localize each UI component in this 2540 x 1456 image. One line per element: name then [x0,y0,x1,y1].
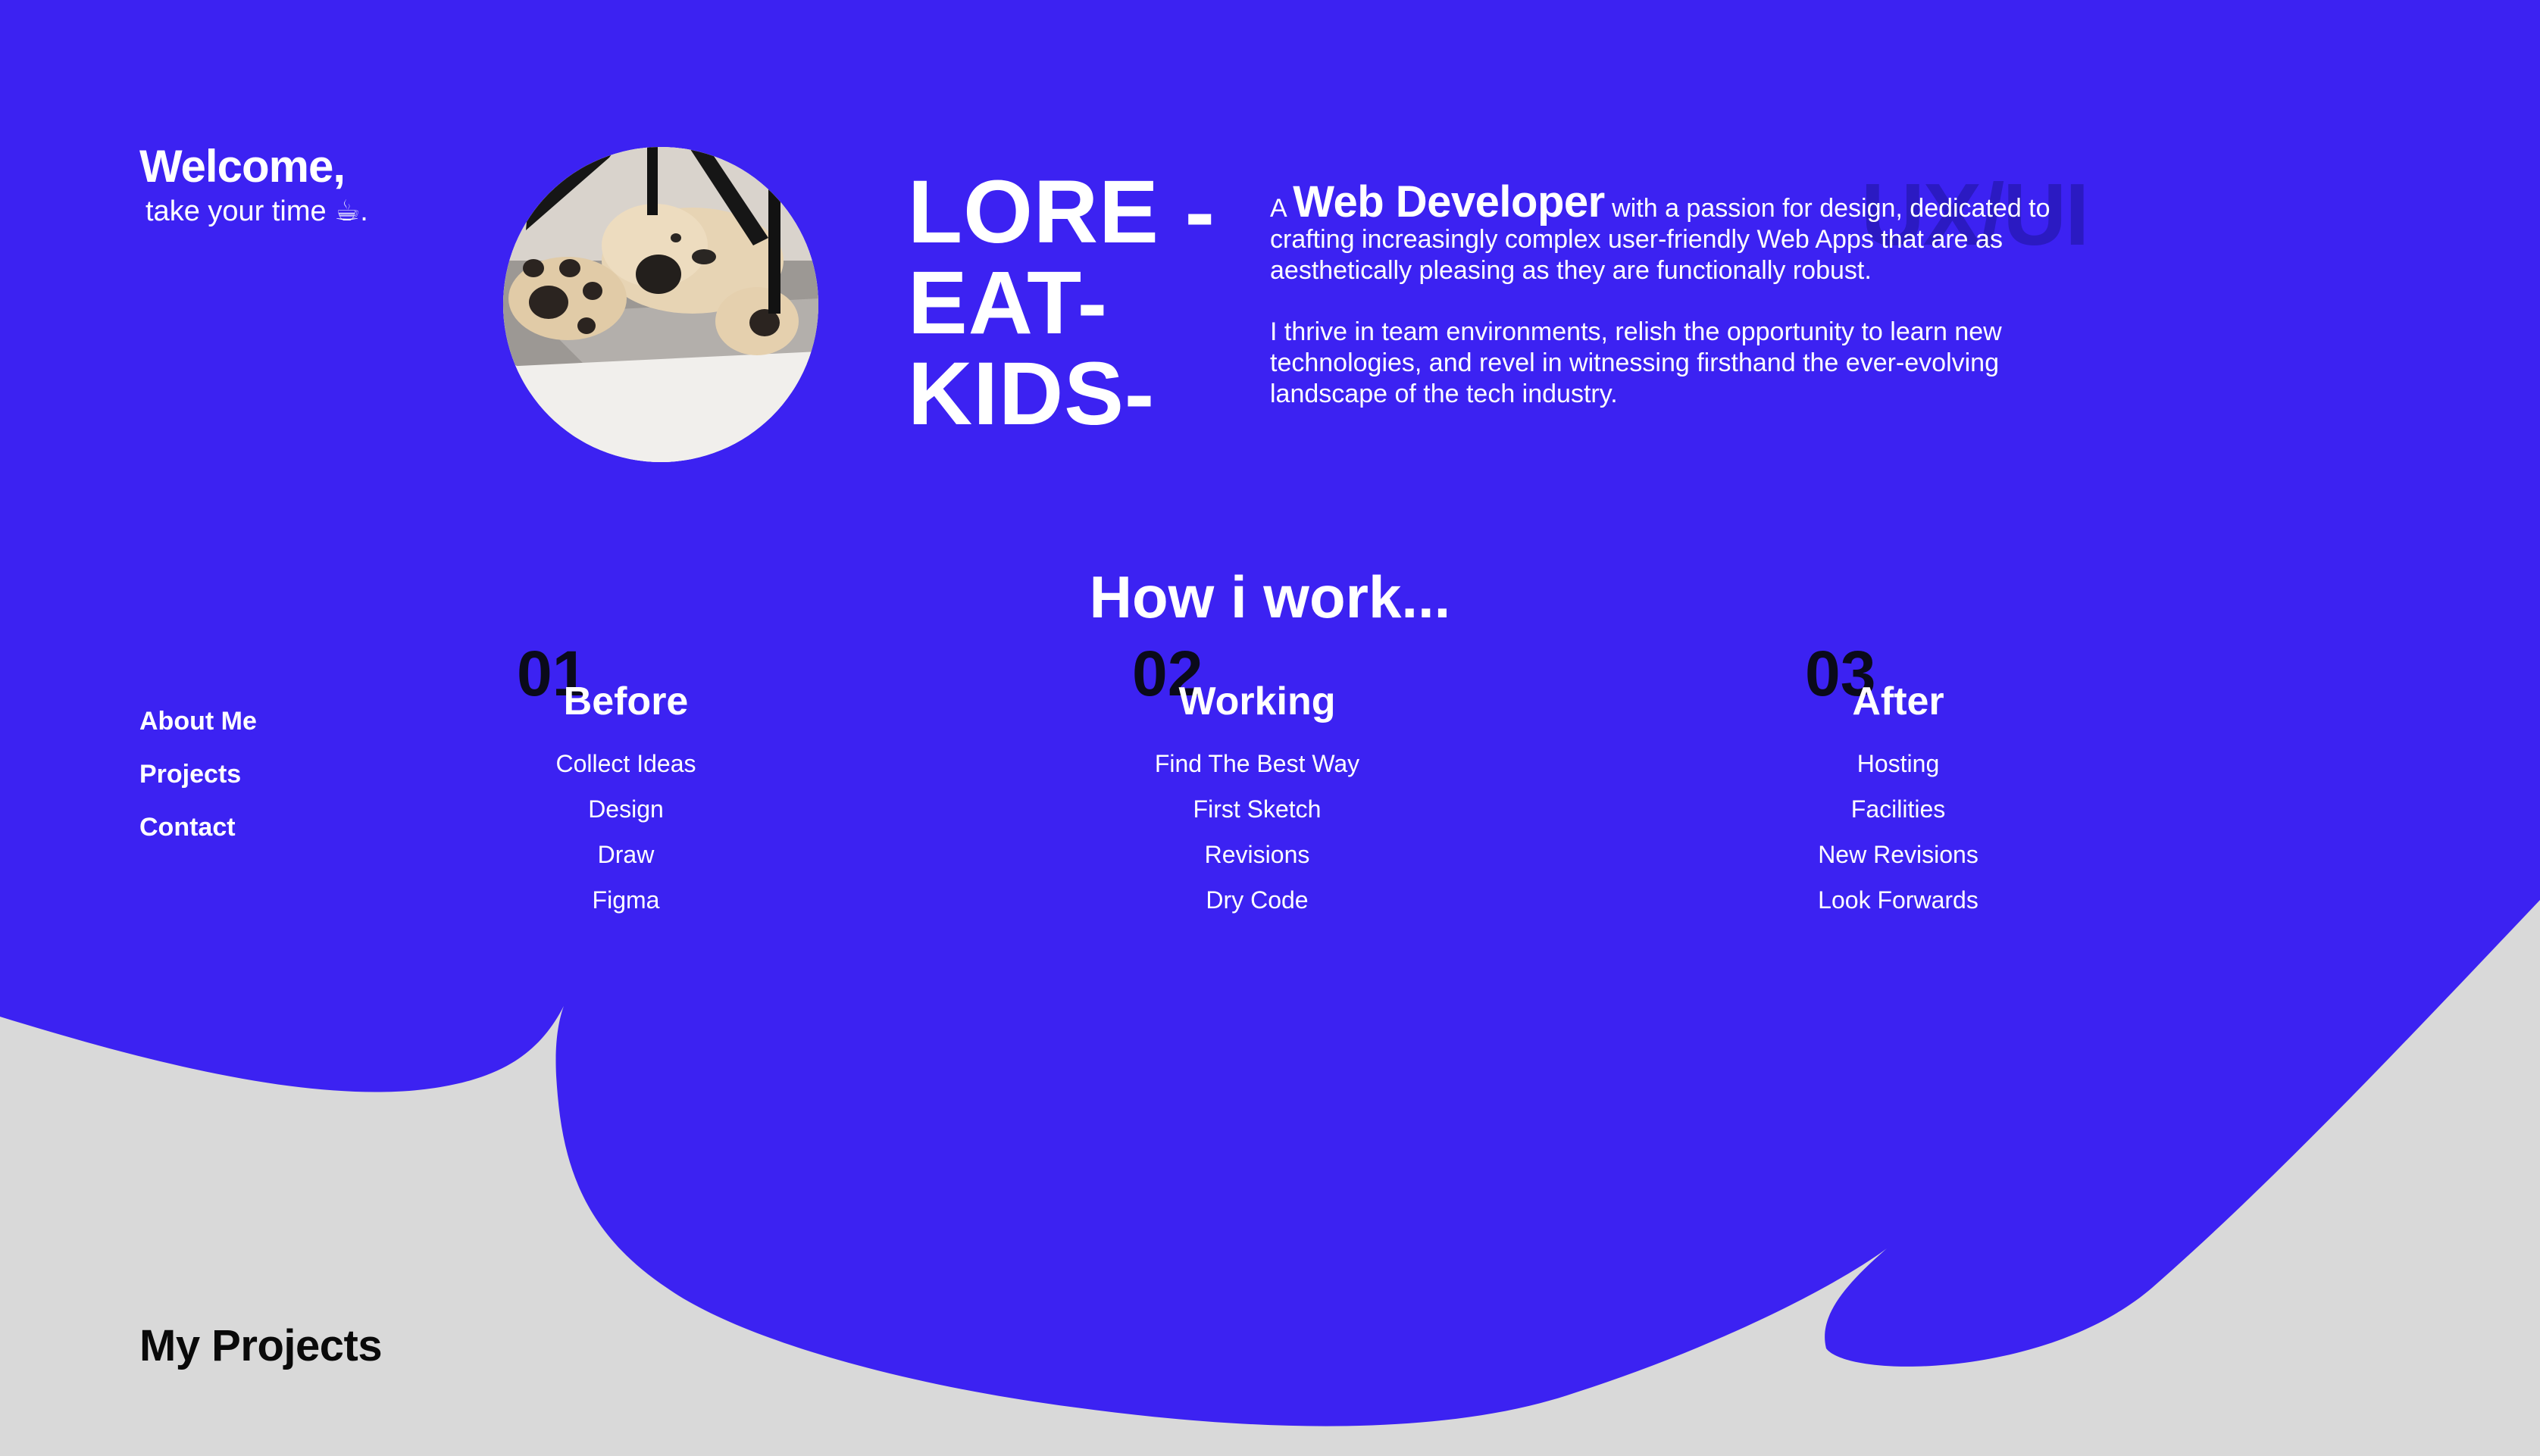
step-title-working: Working [1178,680,1336,723]
my-projects-heading: My Projects [139,1321,383,1370]
list-item: Look Forwards [1818,886,1979,914]
list-item: Figma [592,886,660,914]
hero-name: LORE - EAT- KIDS- [908,162,1215,444]
list-item: Hosting [1857,750,1940,777]
intro-paragraph-1: A Web Developer with a passion for desig… [1270,180,2088,286]
intro-text: A Web Developer with a passion for desig… [1270,180,2088,410]
avatar [503,147,818,462]
dog-photo-icon [503,147,818,462]
step-list-after: Hosting Facilities New Revisions Look Fo… [1747,741,2050,923]
how-i-work-title: How i work... [1089,564,1451,630]
welcome-title: Welcome, [139,141,346,192]
list-item: First Sketch [1193,795,1322,823]
list-item: New Revisions [1818,841,1979,868]
step-title-before: Before [563,680,689,723]
intro-prefix: A [1270,194,1286,223]
step-list-before: Collect Ideas Design Draw Figma [474,741,777,923]
welcome-subtitle: take your time ☕. [145,195,368,227]
list-item: Dry Code [1206,886,1309,914]
list-item: Find The Best Way [1154,750,1360,777]
list-item: Facilities [1850,795,1946,823]
list-item: Design [588,795,664,823]
nav-projects[interactable]: Projects [139,758,241,791]
nav-contact[interactable]: Contact [139,811,236,844]
intro-paragraph-2: I thrive in team environments, relish th… [1270,317,2002,408]
intro-role: Web Developer [1293,177,1605,227]
step-title-after: After [1852,680,1944,723]
nav-about-me[interactable]: About Me [139,705,257,738]
list-item: Collect Ideas [555,750,696,777]
list-item: Revisions [1204,841,1310,868]
step-list-working: Find The Best Way First Sketch Revisions… [1106,741,1409,923]
list-item: Draw [597,841,655,868]
